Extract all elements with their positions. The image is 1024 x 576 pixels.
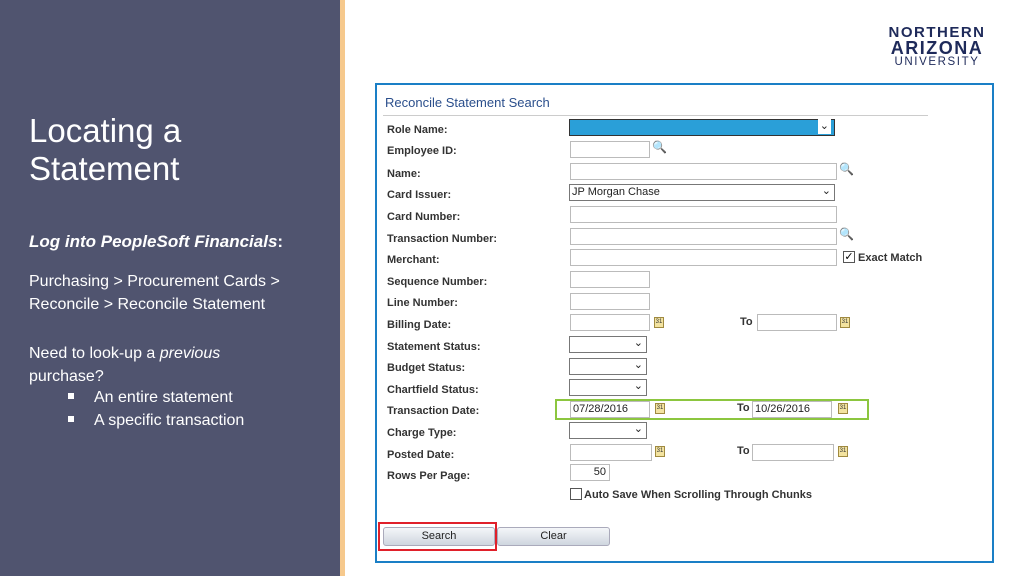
- transaction-number-label: Transaction Number:: [387, 233, 498, 245]
- sequence-number-input[interactable]: [570, 271, 650, 288]
- posted-date-from-input[interactable]: [570, 444, 652, 461]
- charge-type-select[interactable]: ⌄: [569, 422, 647, 439]
- bullet-item: An entire statement: [68, 389, 233, 407]
- auto-save-label: Auto Save When Scrolling Through Chunks: [584, 489, 812, 501]
- card-number-label: Card Number:: [387, 211, 461, 223]
- chevron-down-icon: ⌄: [633, 423, 643, 435]
- calendar-icon[interactable]: 31: [838, 403, 848, 414]
- rows-per-page-label: Rows Per Page:: [387, 470, 471, 482]
- exact-match-checkbox[interactable]: ✓: [843, 251, 855, 263]
- employee-id-label: Employee ID:: [387, 145, 457, 157]
- name-label: Name:: [387, 168, 421, 180]
- card-issuer-label: Card Issuer:: [387, 189, 452, 201]
- posted-date-to-input[interactable]: [752, 444, 834, 461]
- form-title: Reconcile Statement Search: [385, 95, 550, 110]
- question-emphasis: previous: [159, 345, 221, 362]
- slide-title: Locating a Statement: [29, 112, 181, 188]
- budget-status-label: Budget Status:: [387, 362, 466, 374]
- bullet-text: An entire statement: [94, 389, 233, 406]
- card-number-input[interactable]: [570, 206, 837, 223]
- statement-status-label: Statement Status:: [387, 341, 481, 353]
- calendar-icon[interactable]: 31: [838, 446, 848, 457]
- budget-status-select[interactable]: ⌄: [569, 358, 647, 375]
- line-number-input[interactable]: [570, 293, 650, 310]
- accent-stripe: [340, 0, 345, 576]
- question-text: Need to look-up a previous purchase?: [29, 342, 220, 388]
- navigation-path: Purchasing > Procurement Cards > Reconcil…: [29, 270, 280, 316]
- chartfield-status-label: Chartfield Status:: [387, 384, 479, 396]
- nau-logo: NORTHERN ARIZONA UNIVERSITY: [882, 25, 992, 68]
- auto-save-checkbox[interactable]: [570, 488, 582, 500]
- chartfield-status-select[interactable]: ⌄: [569, 379, 647, 396]
- bullet-icon: [68, 415, 74, 422]
- employee-id-input[interactable]: [570, 141, 650, 158]
- logo-line: UNIVERSITY: [894, 56, 980, 68]
- card-issuer-select[interactable]: JP Morgan Chase ⌄: [569, 184, 835, 201]
- to-label: To: [737, 402, 750, 414]
- lead-colon: :: [277, 232, 284, 251]
- transaction-date-from-input[interactable]: 07/28/2016: [570, 401, 650, 418]
- chevron-down-icon: ⌄: [633, 380, 643, 392]
- exact-match-label: Exact Match: [858, 252, 923, 264]
- billing-date-to-input[interactable]: [757, 314, 837, 331]
- sequence-number-label: Sequence Number:: [387, 276, 488, 288]
- billing-date-label: Billing Date:: [387, 319, 452, 331]
- to-label: To: [737, 445, 750, 457]
- billing-date-from-input[interactable]: [570, 314, 650, 331]
- divider: [383, 115, 928, 116]
- name-input[interactable]: [570, 163, 837, 180]
- question-part: purchase?: [29, 368, 104, 385]
- title-line: Statement: [29, 150, 180, 187]
- calendar-icon[interactable]: 31: [840, 317, 850, 328]
- chevron-down-icon: ⌄: [633, 337, 643, 349]
- merchant-input[interactable]: [570, 249, 837, 266]
- statement-status-select[interactable]: ⌄: [569, 336, 647, 353]
- lead-label: Log into PeopleSoft Financials: [29, 232, 278, 251]
- charge-type-label: Charge Type:: [387, 427, 457, 439]
- transaction-date-to-input[interactable]: 10/26/2016: [752, 401, 832, 418]
- path-line: Reconcile > Reconcile Statement: [29, 296, 266, 313]
- calendar-icon[interactable]: 31: [655, 403, 665, 414]
- chevron-down-icon: ⌄: [633, 359, 643, 371]
- lead-text: Log into PeopleSoft Financials:: [29, 232, 283, 252]
- chevron-down-icon: ⌄: [817, 119, 831, 134]
- rows-per-page-input[interactable]: 50: [570, 464, 610, 481]
- title-line: Locating a: [29, 112, 182, 149]
- bullet-text: A specific transaction: [94, 412, 245, 429]
- clear-button[interactable]: Clear: [497, 527, 610, 546]
- transaction-date-label: Transaction Date:: [387, 405, 480, 417]
- lookup-icon[interactable]: 🔍: [652, 140, 667, 154]
- logo-line: ARIZONA: [890, 38, 984, 58]
- role-name-label: Role Name:: [387, 124, 448, 136]
- search-highlight-box: [378, 522, 497, 551]
- transaction-number-input[interactable]: [570, 228, 837, 245]
- merchant-label: Merchant:: [387, 254, 440, 266]
- path-line: Purchasing > Procurement Cards >: [29, 273, 280, 290]
- lookup-icon[interactable]: 🔍: [839, 162, 854, 176]
- calendar-icon[interactable]: 31: [654, 317, 664, 328]
- lookup-icon[interactable]: 🔍: [839, 227, 854, 241]
- to-label: To: [740, 316, 753, 328]
- question-part: Need to look-up a: [29, 345, 160, 362]
- role-name-select[interactable]: ⌄: [569, 119, 835, 136]
- chevron-down-icon: ⌄: [821, 185, 831, 197]
- card-issuer-value: JP Morgan Chase: [572, 186, 660, 198]
- posted-date-label: Posted Date:: [387, 449, 455, 461]
- bullet-item: A specific transaction: [68, 412, 244, 430]
- bullet-icon: [68, 392, 74, 399]
- slide-sidebar: Locating a Statement Log into PeopleSoft …: [0, 0, 340, 576]
- calendar-icon[interactable]: 31: [655, 446, 665, 457]
- line-number-label: Line Number:: [387, 297, 458, 309]
